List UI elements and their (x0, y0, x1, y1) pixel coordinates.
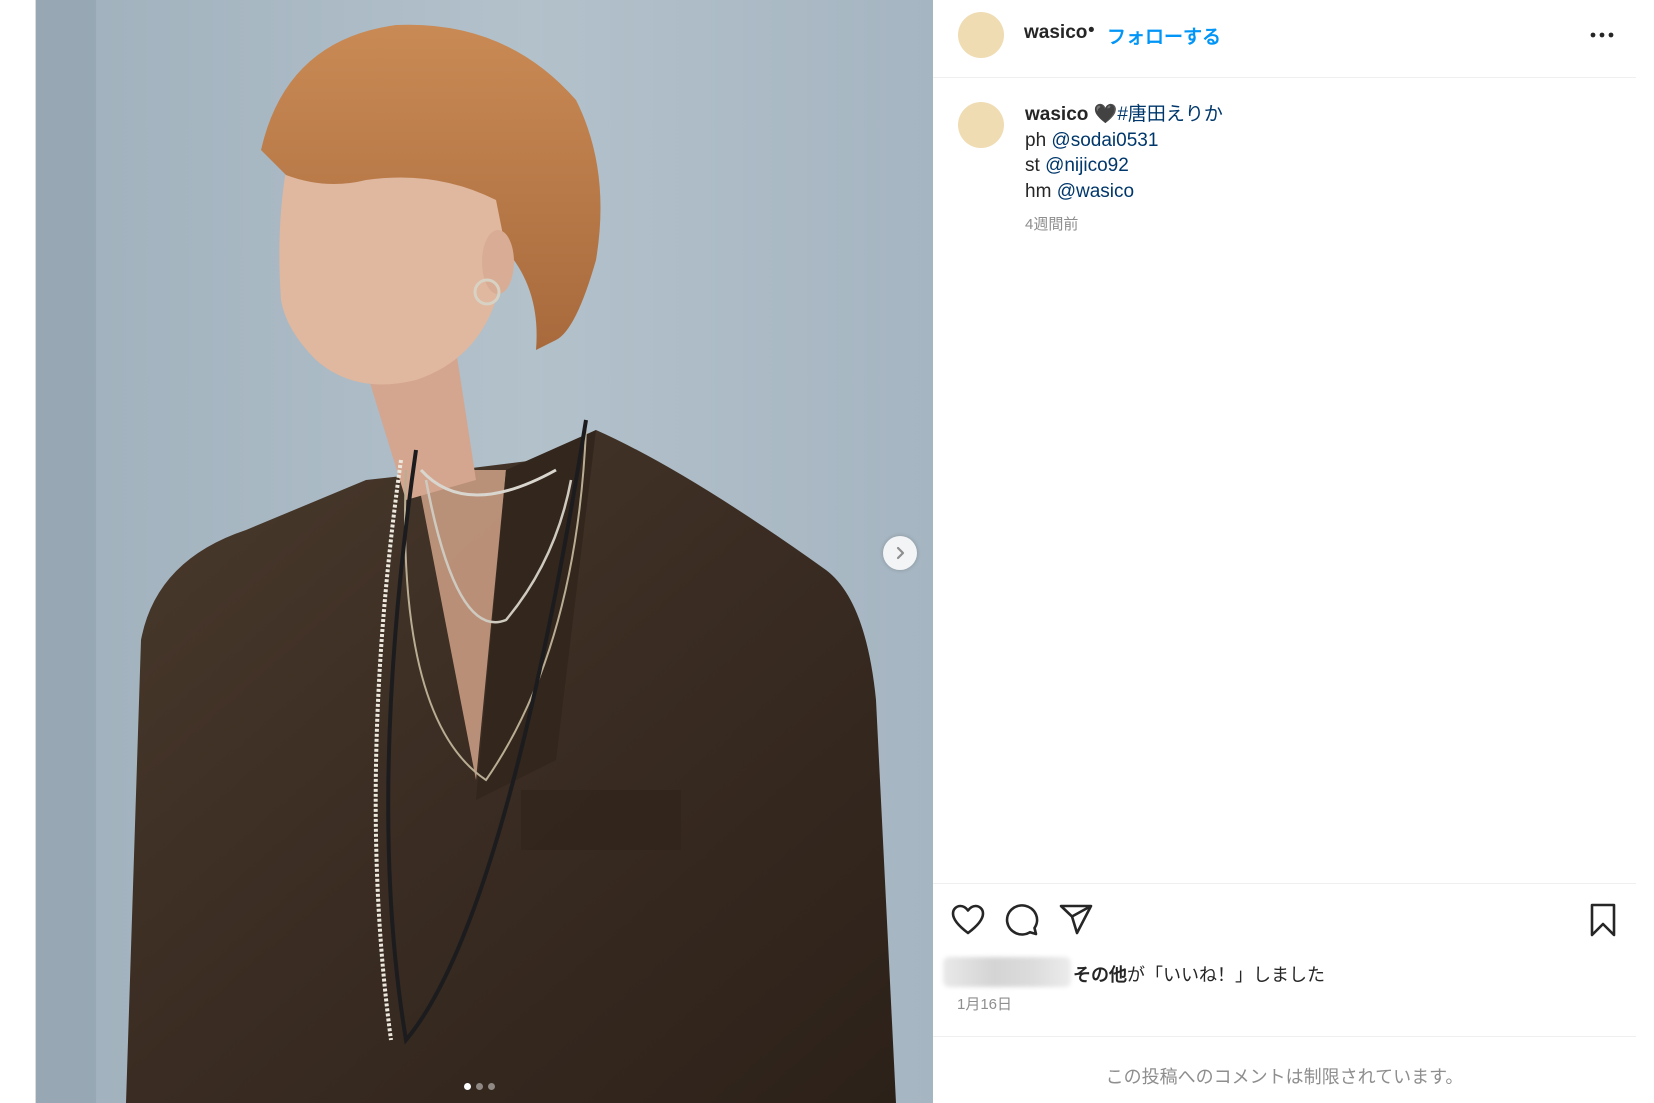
caption-body: wasico 🖤#唐田えりか ph @sodai0531 st @nijico9… (1025, 102, 1223, 238)
post-side-panel: wasico • フォローする wasico 🖤#唐田えりか ph @sodai… (933, 0, 1636, 1103)
bookmark-icon[interactable] (1585, 902, 1621, 938)
hashtag-link[interactable]: #唐田えりか (1117, 104, 1223, 125)
comment-icon[interactable] (1004, 902, 1040, 938)
carousel-indicator (464, 1083, 495, 1090)
caption-line-1: wasico 🖤#唐田えりか (1025, 102, 1223, 128)
mention-link[interactable]: @wasico (1057, 181, 1134, 202)
carousel-dot (488, 1083, 495, 1090)
author-avatar[interactable] (958, 12, 1004, 58)
mention-link[interactable]: @nijico92 (1045, 155, 1129, 176)
post-date[interactable]: 1月16日 (957, 993, 1012, 1014)
caption-credit-line: ph @sodai0531 (1025, 128, 1223, 154)
post-media[interactable] (36, 0, 933, 1103)
post-actions (933, 883, 1636, 943)
likes-others-link[interactable]: その他 (1073, 965, 1127, 985)
credit-prefix: hm (1025, 180, 1057, 202)
caption-credit-line: hm @wasico (1025, 179, 1223, 205)
carousel-next-button[interactable] (883, 536, 917, 570)
liker-username-blurred (943, 957, 1071, 987)
more-horizontal-icon[interactable] (1587, 20, 1617, 50)
author-username[interactable]: wasico (1024, 22, 1087, 44)
mention-link[interactable]: @sodai0531 (1051, 130, 1158, 151)
heart-emoji: 🖤 (1093, 104, 1118, 125)
heart-icon[interactable] (950, 902, 986, 938)
carousel-dot (476, 1083, 483, 1090)
likes-summary: その他が「いいね！」しました (933, 955, 1636, 995)
likes-text: その他が「いいね！」しました (1073, 961, 1325, 987)
credit-prefix: st (1025, 155, 1046, 176)
comments-restricted-notice: この投稿へのコメントは制限されています。 (933, 1036, 1636, 1103)
credit-prefix: ph (1025, 129, 1052, 151)
chevron-right-icon (896, 546, 905, 560)
header-separator: • (1088, 20, 1095, 41)
likes-suffix: が「いいね！」しました (1127, 965, 1325, 985)
caption-username[interactable]: wasico (1025, 104, 1088, 125)
follow-button[interactable]: フォローする (1107, 22, 1221, 49)
caption-author-avatar[interactable] (958, 102, 1004, 148)
instagram-post: wasico • フォローする wasico 🖤#唐田えりか ph @sodai… (35, 0, 1636, 1103)
caption-timestamp[interactable]: 4週間前 (1025, 212, 1223, 238)
post-header: wasico • フォローする (933, 0, 1636, 78)
post-photo (36, 0, 933, 1103)
caption-credit-line: st @nijico92 (1025, 153, 1223, 179)
carousel-dot (464, 1083, 471, 1090)
paper-plane-icon[interactable] (1058, 902, 1094, 938)
